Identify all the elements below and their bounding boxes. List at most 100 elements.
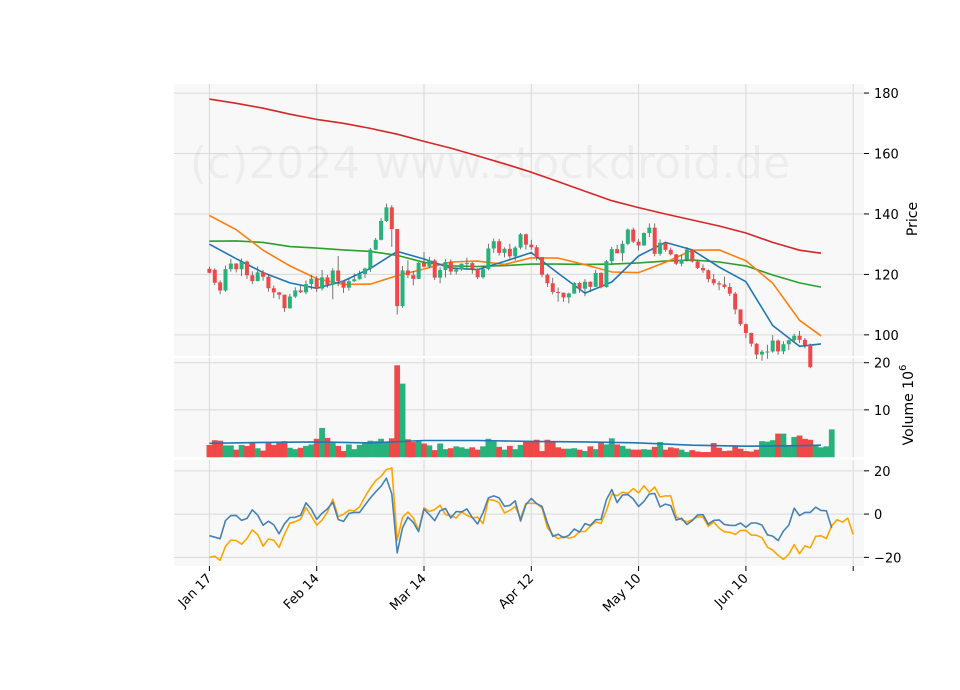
candle-body bbox=[765, 351, 770, 353]
volume-bar bbox=[233, 449, 240, 458]
volume-bar bbox=[249, 442, 256, 458]
volume-bar bbox=[791, 436, 798, 458]
candle-body bbox=[481, 269, 486, 278]
candle-body bbox=[743, 324, 748, 333]
candle-body bbox=[566, 293, 571, 298]
candle-body bbox=[577, 282, 582, 289]
candle-body bbox=[303, 284, 308, 293]
candle-body bbox=[255, 272, 260, 282]
volume-bar bbox=[737, 448, 744, 458]
volume-bar bbox=[683, 451, 690, 458]
volume-bar bbox=[490, 441, 497, 458]
candle-body bbox=[733, 293, 738, 310]
candle-body bbox=[776, 340, 781, 352]
volume-bar bbox=[292, 449, 299, 458]
candle-body bbox=[298, 290, 303, 293]
volume-bar bbox=[828, 429, 835, 458]
candle-body bbox=[330, 270, 335, 285]
candle-body bbox=[287, 296, 292, 309]
volume-bar bbox=[742, 451, 749, 458]
candle-body bbox=[615, 249, 620, 254]
x-axis-ticks: Jan 17 Feb 14 Mar 14 Apr 12 May 10 Jun 10 bbox=[175, 566, 854, 615]
candle-body bbox=[786, 340, 791, 345]
candle-body bbox=[507, 248, 512, 257]
candle-body bbox=[266, 276, 271, 289]
volume-bar bbox=[587, 446, 594, 458]
volume-bar bbox=[308, 444, 315, 458]
volume-bar bbox=[619, 445, 626, 458]
candle-body bbox=[352, 279, 357, 282]
y-tick-label: 160 bbox=[874, 148, 899, 163]
volume-bar bbox=[227, 445, 234, 458]
volume-bar bbox=[603, 444, 610, 458]
candle-body bbox=[722, 284, 727, 287]
volume-bar bbox=[576, 449, 583, 458]
candle-body bbox=[293, 290, 298, 297]
volume-bar bbox=[464, 448, 470, 458]
volume-bar bbox=[555, 447, 562, 458]
volume-bar bbox=[802, 438, 808, 458]
volume-bar bbox=[265, 443, 272, 458]
watermark: (c)2024 www.stockdroid.de bbox=[190, 138, 790, 189]
candle-body bbox=[314, 278, 319, 289]
candle-body bbox=[727, 286, 732, 294]
volume-bar bbox=[807, 439, 814, 458]
candle-body bbox=[754, 343, 759, 355]
volume-bar bbox=[426, 445, 433, 458]
candle-body bbox=[502, 248, 507, 253]
volume-bar bbox=[624, 448, 631, 458]
candle-body bbox=[808, 345, 813, 368]
volume-bar bbox=[641, 449, 647, 458]
volume-bar bbox=[528, 441, 535, 458]
candle-body bbox=[416, 262, 421, 279]
volume-bar bbox=[345, 444, 352, 458]
candle-body bbox=[513, 247, 518, 257]
candle-body bbox=[486, 248, 491, 270]
candle-body bbox=[497, 241, 502, 253]
candle-body bbox=[223, 269, 228, 291]
candle-body bbox=[620, 243, 625, 254]
x-tick-label: Apr 12 bbox=[496, 571, 537, 612]
volume-bar bbox=[480, 446, 486, 458]
candle-body bbox=[625, 229, 630, 244]
y-tick-label: 10 bbox=[874, 404, 891, 419]
volume-bar bbox=[582, 451, 588, 458]
candle-body bbox=[207, 268, 212, 273]
candle-body bbox=[234, 263, 239, 270]
volume-bar bbox=[823, 446, 830, 458]
candle-body bbox=[346, 281, 351, 288]
volume-bar bbox=[549, 441, 556, 458]
candle-body bbox=[717, 283, 722, 285]
candle-body bbox=[797, 335, 802, 340]
volume-bar bbox=[431, 450, 438, 458]
candle-body bbox=[459, 263, 464, 270]
candle-body bbox=[561, 292, 566, 298]
volume-bar bbox=[512, 449, 519, 458]
volume-bar bbox=[453, 446, 460, 458]
y-tick-label: 0 bbox=[874, 508, 882, 523]
candle-body bbox=[529, 244, 534, 248]
candle-body bbox=[647, 227, 652, 234]
y-tick-label: 100 bbox=[874, 329, 899, 344]
volume-bar bbox=[335, 445, 342, 458]
y-axis-ticks: 100 120 140 160 180 10 20 −20 0 20 bbox=[864, 87, 901, 566]
volume-bar bbox=[732, 445, 739, 458]
volume-bar bbox=[485, 438, 492, 458]
volume-bar bbox=[276, 442, 283, 458]
candle-body bbox=[652, 227, 657, 254]
volume-bar bbox=[501, 449, 508, 458]
volume-bar bbox=[383, 442, 390, 458]
x-tick-label: May 10 bbox=[600, 571, 644, 615]
candle-body bbox=[711, 279, 716, 284]
volume-bar bbox=[769, 440, 776, 458]
volume-bar bbox=[560, 448, 567, 458]
candle-body bbox=[320, 277, 325, 289]
candle-body bbox=[641, 233, 646, 246]
y-tick-label: 180 bbox=[874, 87, 899, 102]
candle-body bbox=[427, 260, 432, 267]
volume-bar bbox=[700, 451, 706, 458]
candle-body bbox=[309, 278, 314, 285]
candle-body bbox=[325, 277, 330, 285]
candle-body bbox=[545, 274, 550, 284]
candle-body bbox=[228, 263, 233, 270]
